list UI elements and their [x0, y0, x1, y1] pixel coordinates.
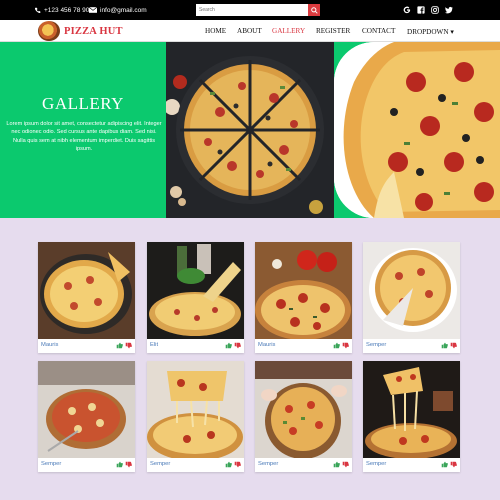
card-caption: Mauris [258, 342, 276, 348]
card-votes [441, 461, 457, 468]
thumbs-up-icon[interactable] [116, 342, 123, 349]
phone-icon [34, 7, 41, 13]
main-navbar: PIZZA HUT HOME ABOUT GALLERY REGISTER CO… [0, 20, 500, 42]
nav-about[interactable]: ABOUT [237, 27, 262, 35]
pizza-logo-icon [38, 21, 60, 41]
hero-description: Lorem ipsum dolor sit amet, consectetur … [6, 121, 162, 153]
thumbs-up-icon[interactable] [225, 342, 232, 349]
pizza-photo [255, 242, 352, 339]
pizza-photo [147, 361, 244, 458]
card-votes [116, 461, 132, 468]
gallery-card[interactable]: Semper [363, 242, 460, 353]
social-links [402, 0, 453, 20]
instagram-icon[interactable] [430, 6, 439, 15]
card-footer: Mauris [38, 339, 135, 353]
thumbs-down-icon[interactable] [125, 342, 132, 349]
thumbs-down-icon[interactable] [234, 461, 241, 468]
nav-gallery[interactable]: GALLERY [272, 27, 305, 35]
thumbs-up-icon[interactable] [441, 461, 448, 468]
twitter-icon[interactable] [444, 6, 453, 15]
phone-text: +123 456 78 90 [44, 6, 90, 14]
chevron-down-icon: ▾ [450, 27, 454, 36]
thumbs-down-icon[interactable] [125, 461, 132, 468]
pizza-photo [363, 242, 460, 339]
card-footer: Semper [363, 458, 460, 472]
facebook-icon[interactable] [416, 6, 425, 15]
thumbs-down-icon[interactable] [450, 461, 457, 468]
search-icon [310, 6, 318, 14]
search-box [196, 4, 320, 16]
card-votes [225, 342, 241, 349]
card-footer: Mauris [255, 339, 352, 353]
pizza-photo [38, 361, 135, 458]
nav-register[interactable]: REGISTER [316, 27, 350, 35]
card-caption: Semper [150, 461, 171, 467]
search-input[interactable] [196, 4, 308, 16]
thumbs-up-icon[interactable] [333, 342, 340, 349]
card-footer: Semper [363, 339, 460, 353]
card-footer: Elit [147, 339, 244, 353]
gallery-card[interactable]: Semper [363, 361, 460, 472]
thumbs-down-icon[interactable] [342, 461, 349, 468]
thumbs-up-icon[interactable] [116, 461, 123, 468]
brand-name: PIZZA HUT [64, 25, 123, 37]
email-contact[interactable]: info@gmail.com [89, 0, 147, 20]
gallery-card[interactable]: Mauris [38, 242, 135, 353]
card-caption: Semper [366, 461, 387, 467]
nav-contact[interactable]: CONTACT [362, 27, 395, 35]
thumbs-down-icon[interactable] [450, 342, 457, 349]
nav-dropdown-label: DROPDOWN [407, 27, 449, 36]
pizza-photo [38, 242, 135, 339]
google-icon[interactable] [402, 6, 411, 15]
pizza-photo [363, 361, 460, 458]
gallery-hero: GALLERY Lorem ipsum dolor sit amet, cons… [0, 42, 500, 218]
card-votes [333, 461, 349, 468]
gallery-card[interactable]: Semper [38, 361, 135, 472]
card-footer: Semper [255, 458, 352, 472]
top-bar: +123 456 78 90 info@gmail.com [0, 0, 500, 20]
card-caption: Semper [41, 461, 62, 467]
phone-contact[interactable]: +123 456 78 90 [34, 0, 89, 20]
thumbs-up-icon[interactable] [333, 461, 340, 468]
nav-dropdown[interactable]: DROPDOWN ▾ [407, 27, 454, 36]
email-text: info@gmail.com [100, 6, 147, 14]
card-caption: Semper [258, 461, 279, 467]
thumbs-up-icon[interactable] [225, 461, 232, 468]
card-caption: Mauris [41, 342, 59, 348]
search-button[interactable] [308, 4, 320, 16]
thumbs-down-icon[interactable] [342, 342, 349, 349]
thumbs-down-icon[interactable] [234, 342, 241, 349]
nav-home[interactable]: HOME [205, 27, 226, 35]
gallery-card[interactable]: Mauris [255, 242, 352, 353]
card-votes [333, 342, 349, 349]
hero-pizza-image-sliced [166, 42, 334, 218]
brand-logo[interactable]: PIZZA HUT [38, 21, 123, 41]
pizza-photo [147, 242, 244, 339]
hero-title: GALLERY [42, 94, 124, 113]
card-votes [225, 461, 241, 468]
gallery-card[interactable]: Elit [147, 242, 244, 353]
thumbs-up-icon[interactable] [441, 342, 448, 349]
card-footer: Semper [38, 458, 135, 472]
gallery-card[interactable]: Semper [255, 361, 352, 472]
hero-pizza-image-cheese [334, 42, 500, 218]
card-footer: Semper [147, 458, 244, 472]
card-caption: Semper [366, 342, 387, 348]
gallery-card[interactable]: Semper [147, 361, 244, 472]
card-votes [116, 342, 132, 349]
pizza-photo [255, 361, 352, 458]
envelope-icon [89, 7, 97, 13]
hero-text-block: GALLERY Lorem ipsum dolor sit amet, cons… [0, 42, 166, 218]
card-votes [441, 342, 457, 349]
card-caption: Elit [150, 342, 159, 348]
